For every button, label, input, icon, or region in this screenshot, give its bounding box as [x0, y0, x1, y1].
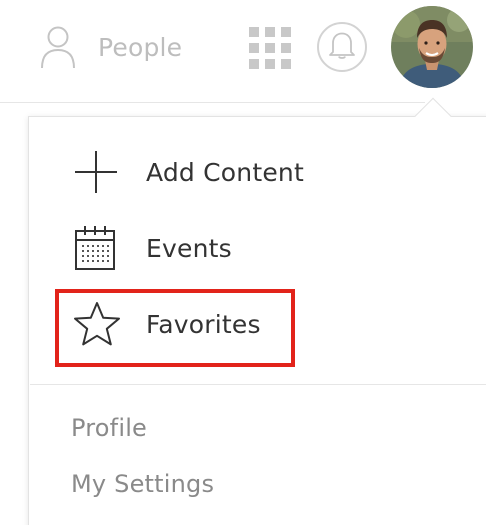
- menu-item-label: Favorites: [146, 309, 261, 339]
- notifications-button[interactable]: [317, 22, 367, 72]
- menu-item-favorites[interactable]: Favorites: [72, 299, 261, 349]
- grid-icon: [248, 27, 292, 74]
- calendar-icon: [72, 223, 124, 273]
- page: People Add Content Events Favorites Prof…: [0, 0, 486, 525]
- star-icon: [72, 299, 124, 349]
- menu-item-add-content[interactable]: Add Content: [72, 147, 304, 197]
- people-nav-label: People: [98, 32, 183, 62]
- menu-item-profile[interactable]: Profile: [71, 414, 147, 442]
- menu-item-label: Events: [146, 233, 232, 263]
- people-nav-link[interactable]: People: [40, 22, 182, 72]
- top-divider: [0, 102, 425, 103]
- menu-item-label: Add Content: [146, 157, 304, 187]
- person-outline-icon: [40, 25, 76, 69]
- menu-divider: [30, 384, 486, 385]
- plus-icon: [72, 147, 124, 197]
- top-navigation: People: [0, 0, 486, 100]
- menu-item-my-settings[interactable]: My Settings: [71, 470, 214, 498]
- menu-item-events[interactable]: Events: [72, 223, 232, 273]
- bell-icon: [328, 30, 356, 64]
- apps-grid-button[interactable]: [248, 26, 292, 70]
- user-avatar[interactable]: [391, 6, 473, 88]
